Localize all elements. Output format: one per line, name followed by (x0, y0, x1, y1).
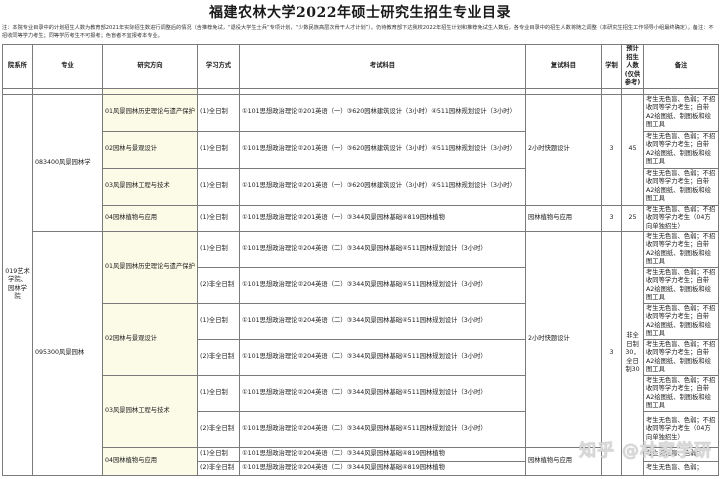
exam-cell: ①101思想政治理论②204英语（二）③344风景园林基础④819园林植物 (239, 461, 526, 476)
exam-cell: ①101思想政治理论②201英语（一）③620园林建筑设计（3小时）④511园林… (239, 93, 526, 132)
retest-cell: 2小时快题设计 (525, 93, 602, 206)
remark-cell: 考生无色盲、色弱；不招收同等学力考生；自带A2绘图纸、制图板和绘图工具 (643, 93, 719, 132)
table-row: 04园林植物与应用 (1)全日制 ①101思想政治理论②201英语（一）③344… (3, 204, 719, 232)
exam-cell: ①101思想政治理论②204英语（二）③344风景园林基础④511园林规划设计（… (239, 231, 526, 268)
header-direction: 研究方向 (102, 44, 198, 89)
exam-cell: ①101思想政治理论②201英语（一）③620园林建筑设计（3小时）④511园林… (239, 130, 526, 169)
plan-cell: 45 (621, 93, 644, 206)
header-years: 学制 (601, 44, 622, 89)
mode-cell: (2)非全日制 (197, 267, 240, 304)
catalog-table: 院系所 专业 研究方向 学习方式 考试科目 复试科目 学制 预计招生人数(仅供参… (2, 44, 719, 476)
watermark: 知乎 @林家学研 (579, 441, 712, 461)
direction-cell: 04园林植物与应用 (102, 447, 198, 476)
exam-cell: ①101思想政治理论②204英语（二）③344风景园林基础④511园林规划设计（… (239, 267, 526, 304)
header-retest: 复试科目 (525, 44, 602, 89)
mode-cell: (2)非全日制 (197, 339, 240, 376)
major-cell-1: 083400风景园林学 (32, 93, 103, 232)
major-cell-2: 095300风景园林 (32, 231, 103, 476)
header-mode: 学习方式 (197, 44, 240, 89)
header-dept: 院系所 (2, 44, 33, 89)
header-row: 院系所 专业 研究方向 学习方式 考试科目 复试科目 学制 预计招生人数(仅供参… (2, 44, 719, 89)
direction-cell: 03风景园林工程与技术 (102, 375, 198, 448)
header-exam: 考试科目 (239, 44, 526, 89)
remark-cell: 考生无色盲、色弱； (643, 461, 719, 476)
header-major: 专业 (32, 44, 103, 89)
years-cell: 3 (601, 93, 622, 206)
remark-cell: 考生无色盲、色弱；不招收同等学力考生（04方向单独招生） (643, 204, 719, 232)
mode-cell: (1)全日制 (197, 303, 240, 340)
mode-cell: (1)全日制 (197, 204, 240, 232)
mode-cell: (1)全日制 (197, 231, 240, 268)
remark-cell: 考生无色盲、色弱；不招收同等学力考生；自带A2绘图纸、制图板和绘图工具 (643, 167, 719, 206)
remark-cell: 考生无色盲、色弱；不招收同等学力考生；自带A2绘图纸、制图板和绘图工具 (643, 339, 719, 376)
remark-cell: 考生无色盲、色弱；不招收同等学力考生；自带A2绘图纸、制图板和绘图工具 (643, 375, 719, 412)
remark-cell: 考生无色盲、色弱；不招收同等学力考生；自带A2绘图纸、制图板和绘图工具 (643, 231, 719, 268)
mode-cell: (2)非全日制 (197, 461, 240, 476)
plan-cell: 25 (621, 204, 644, 232)
retest-cell: 园林植物与应用 (525, 204, 602, 232)
remark-cell: 考生无色盲、色弱；不招收同等学力考生；自带A2绘图纸、制图板和绘图工具 (643, 267, 719, 304)
direction-cell: 02园林与景观设计 (102, 130, 198, 169)
exam-cell: ①101思想政治理论②201英语（一）③620园林建筑设计（3小时）④511园林… (239, 167, 526, 206)
mode-cell: (1)全日制 (197, 130, 240, 169)
page-title: 福建农林大学2022年硕士研究生招生专业目录 (209, 5, 511, 21)
direction-cell: 03风景园林工程与技术 (102, 167, 198, 206)
mode-cell: (1)全日制 (197, 447, 240, 462)
remark-cell: 考生无色盲、色弱；不招收同等学力考生；自带A2绘图纸、制图板和绘图工具 (643, 130, 719, 169)
exam-cell: ①101思想政治理论②204英语（二）③344风景园林基础④511园林规划设计（… (239, 411, 526, 448)
exam-cell: ①101思想政治理论②204英语（二）③344风景园林基础④511园林规划设计（… (239, 303, 526, 340)
exam-cell: ①101思想政治理论②204英语（二）③344风景园林基础④511园林规划设计（… (239, 339, 526, 376)
table-row: 095300风景园林 01风景园林历史理论与遗产保护 (1)全日制 ①101思想… (3, 231, 719, 476)
catalog-note: 注：本院专业目录中的计划招生人数为教育部2021年实际招生数进行调整后的情况（含… (2, 25, 714, 39)
mode-cell: (1)全日制 (197, 375, 240, 412)
table-row: 019艺术学院、园林学院 083400风景园林学 01风景园林历史理论与遗产保护… (2, 93, 719, 476)
exam-cell: ①101思想政治理论②204英语（二）③344风景园林基础④511园林规划设计（… (239, 375, 526, 412)
mode-cell: (2)非全日制 (197, 411, 240, 448)
exam-cell: ①101思想政治理论②201英语（一）③344风景园林基础④819园林植物 (239, 204, 526, 232)
direction-cell: 02园林与景观设计 (102, 303, 198, 376)
mode-cell: (1)全日制 (197, 93, 240, 132)
direction-cell: 01风景园林历史理论与遗产保护 (102, 231, 198, 304)
years-cell: 3 (601, 204, 622, 232)
direction-cell: 01风景园林历史理论与遗产保护 (102, 93, 198, 132)
mode-cell: (1)全日制 (197, 167, 240, 206)
retest-cell: 2小时快题设计 (525, 231, 602, 448)
dept-cell: 019艺术学院、园林学院 (2, 93, 33, 476)
remark-cell: 考生无色盲、色弱；不招收同等学力考生；自带A2绘图纸、制图板和绘图工具 (643, 303, 719, 340)
direction-cell: 04园林植物与应用 (102, 204, 198, 232)
header-plan: 预计招生人数(仅供参考) (621, 44, 644, 89)
exam-cell: ①101思想政治理论②204英语（二）③344风景园林基础④819园林植物 (239, 447, 526, 462)
header-remark: 备注 (643, 44, 719, 89)
